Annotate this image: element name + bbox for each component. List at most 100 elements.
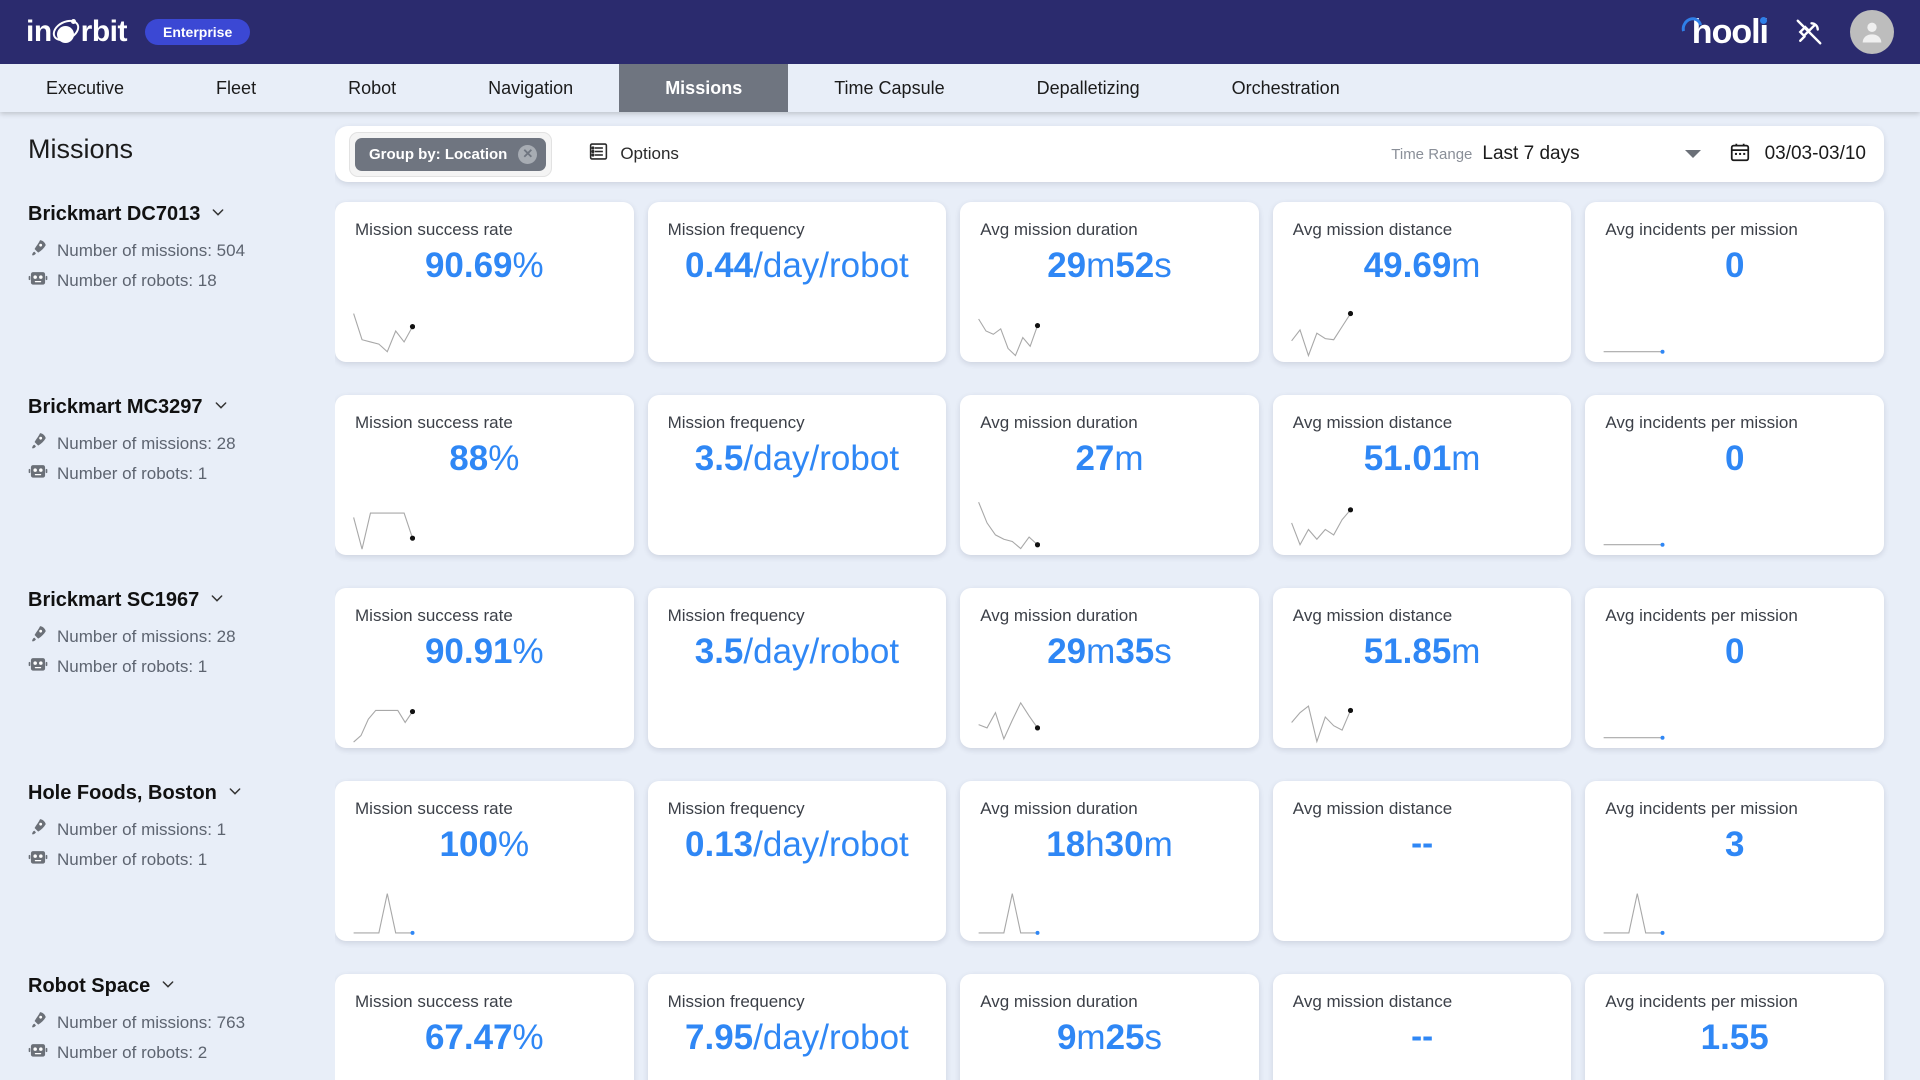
missions-count: Number of missions: 28 <box>28 624 335 649</box>
metric-card[interactable]: Avg mission distance 51.01m <box>1272 395 1572 555</box>
sparkline-chart <box>1291 686 1353 748</box>
metric-card[interactable]: Mission success rate 88% <box>335 395 634 555</box>
sparkline-chart <box>353 493 415 555</box>
sparkline-end-dot <box>1347 507 1353 513</box>
chevron-down-icon[interactable] <box>209 590 225 611</box>
metric-card[interactable]: Mission frequency 0.13/day/robot <box>647 781 947 941</box>
metric-card[interactable]: Avg mission duration 27m <box>960 395 1259 555</box>
rocket-icon <box>28 817 48 842</box>
metric-card-row: Mission success rate 100% Mission freque… <box>335 781 1884 974</box>
metric-card[interactable]: Avg incidents per mission 0 <box>1585 395 1884 555</box>
group-by-chip[interactable]: Group by: Location ✕ <box>355 137 547 171</box>
metric-card-title: Avg mission duration <box>980 606 1138 625</box>
metric-unit: m <box>1086 246 1116 285</box>
metric-value: 49.69m <box>1293 246 1552 285</box>
metric-number: 9 <box>1056 1018 1077 1057</box>
location-group-name: Hole Foods, Boston <box>28 782 217 804</box>
location-group-header[interactable]: Brickmart SC1967 <box>28 589 335 612</box>
metric-card[interactable]: Mission frequency 3.5/day/robot <box>647 588 947 748</box>
chevron-down-icon[interactable] <box>1684 150 1701 158</box>
metric-card[interactable]: Avg mission distance 51.85m <box>1272 588 1572 748</box>
options-button[interactable]: Options <box>588 141 679 167</box>
metric-value: 7.95/day/robot <box>668 1018 927 1057</box>
missions-count-text: Number of missions: 28 <box>57 626 236 646</box>
metric-unit: % <box>497 825 530 864</box>
metric-card[interactable]: Mission success rate 90.69% <box>335 202 634 362</box>
time-range-value[interactable]: Last 7 days <box>1482 143 1579 165</box>
location-group-header[interactable]: Brickmart DC7013 <box>28 203 335 226</box>
tab-depalletizing[interactable]: Depalletizing <box>991 64 1186 112</box>
tab-time-capsule[interactable]: Time Capsule <box>788 64 990 112</box>
location-group-header[interactable]: Brickmart MC3297 <box>28 396 335 419</box>
chevron-down-icon[interactable] <box>210 204 226 225</box>
metric-number: 3.5 <box>694 439 744 478</box>
close-circle-icon[interactable]: ✕ <box>518 144 538 164</box>
metric-card[interactable]: Avg incidents per mission 1.55 <box>1585 974 1884 1080</box>
metric-card[interactable]: Avg mission distance 49.69m <box>1272 202 1572 362</box>
metric-card-title: Mission success rate <box>355 799 513 818</box>
metric-value: -- <box>1411 1017 1434 1054</box>
metric-number: 0 <box>1724 246 1745 285</box>
time-range-label: Time Range <box>1391 145 1473 163</box>
missions-count: Number of missions: 763 <box>28 1010 335 1035</box>
tab-robot[interactable]: Robot <box>302 64 442 112</box>
location-group-name: Brickmart DC7013 <box>28 203 201 225</box>
metric-value: 51.85m <box>1293 632 1552 671</box>
location-group-header[interactable]: Hole Foods, Boston <box>28 782 335 805</box>
location-group-header[interactable]: Robot Space <box>28 975 335 998</box>
location-group-name: Robot Space <box>28 975 151 997</box>
metric-number: 18 <box>1046 825 1086 864</box>
sparkline-end-dot <box>1347 707 1353 714</box>
metric-card[interactable]: Mission success rate 90.91% <box>335 588 634 748</box>
metric-unit: % <box>512 632 544 671</box>
metric-card[interactable]: Avg mission duration 9m25s <box>960 974 1259 1080</box>
inorbit-logo[interactable]: in rbit <box>26 15 128 49</box>
tab-fleet[interactable]: Fleet <box>170 64 302 112</box>
metric-unit: % <box>512 246 544 285</box>
missions-count-text: Number of missions: 1 <box>57 819 227 839</box>
metric-card[interactable]: Avg incidents per mission 3 <box>1585 781 1884 941</box>
metric-value: 9m25s <box>980 1018 1239 1057</box>
metric-card[interactable]: Avg incidents per mission 0 <box>1585 588 1884 748</box>
date-range-value[interactable]: 03/03-03/10 <box>1765 143 1866 165</box>
metric-unit: /day/robot <box>743 632 900 671</box>
location-group: Hole Foods, Boston Number of missions: 1… <box>28 782 335 975</box>
metric-card[interactable]: Mission success rate 100% <box>335 781 634 941</box>
missions-count: Number of missions: 1 <box>28 817 335 842</box>
metric-card-title: Mission frequency <box>667 799 805 818</box>
tab-navigation[interactable]: Navigation <box>442 64 619 112</box>
metric-card[interactable]: Mission frequency 3.5/day/robot <box>647 395 947 555</box>
metric-card-rows: Mission success rate 90.69% Mission freq… <box>335 202 1884 1080</box>
metric-card[interactable]: Avg incidents per mission 0 <box>1585 202 1884 362</box>
tab-orchestration[interactable]: Orchestration <box>1186 64 1386 112</box>
metric-card[interactable]: Mission frequency 0.44/day/robot <box>647 202 947 362</box>
metric-unit: m <box>1076 1018 1106 1057</box>
chevron-down-icon[interactable] <box>160 976 176 997</box>
metric-card[interactable]: Avg mission duration 29m52s <box>960 202 1259 362</box>
location-group-list: Brickmart DC7013 Number of missions: 504… <box>28 203 335 1080</box>
metric-card[interactable]: Avg mission distance -- <box>1272 974 1572 1080</box>
metric-card-title: Avg mission duration <box>980 992 1138 1011</box>
metric-number: 0.13 <box>685 825 754 864</box>
satellite-off-icon[interactable] <box>1794 17 1824 47</box>
tab-executive[interactable]: Executive <box>0 64 170 112</box>
metric-card[interactable]: Avg mission distance -- <box>1272 781 1572 941</box>
metric-value: 27m <box>980 439 1239 478</box>
metric-card[interactable]: Avg mission duration 18h30m <box>960 781 1259 941</box>
group-by-container: Group by: Location ✕ <box>349 131 553 177</box>
missions-count-text: Number of missions: 28 <box>57 433 236 453</box>
chevron-down-icon[interactable] <box>227 783 243 804</box>
tab-missions[interactable]: Missions <box>619 64 789 112</box>
calendar-icon[interactable] <box>1729 141 1751 168</box>
main-content: Group by: Location ✕ Options Time Range … <box>335 112 1920 1080</box>
robots-count-text: Number of robots: 18 <box>57 270 217 290</box>
metric-card[interactable]: Mission frequency 7.95/day/robot <box>647 974 947 1080</box>
missions-count: Number of missions: 28 <box>28 431 335 456</box>
chevron-down-icon[interactable] <box>213 397 229 418</box>
metric-number: 3.5 <box>694 632 744 671</box>
user-avatar-icon[interactable] <box>1850 10 1894 54</box>
robots-count-text: Number of robots: 1 <box>57 656 208 676</box>
metric-card-title: Avg mission duration <box>980 413 1138 432</box>
metric-card[interactable]: Mission success rate 67.47% <box>335 974 634 1080</box>
metric-card[interactable]: Avg mission duration 29m35s <box>960 588 1259 748</box>
